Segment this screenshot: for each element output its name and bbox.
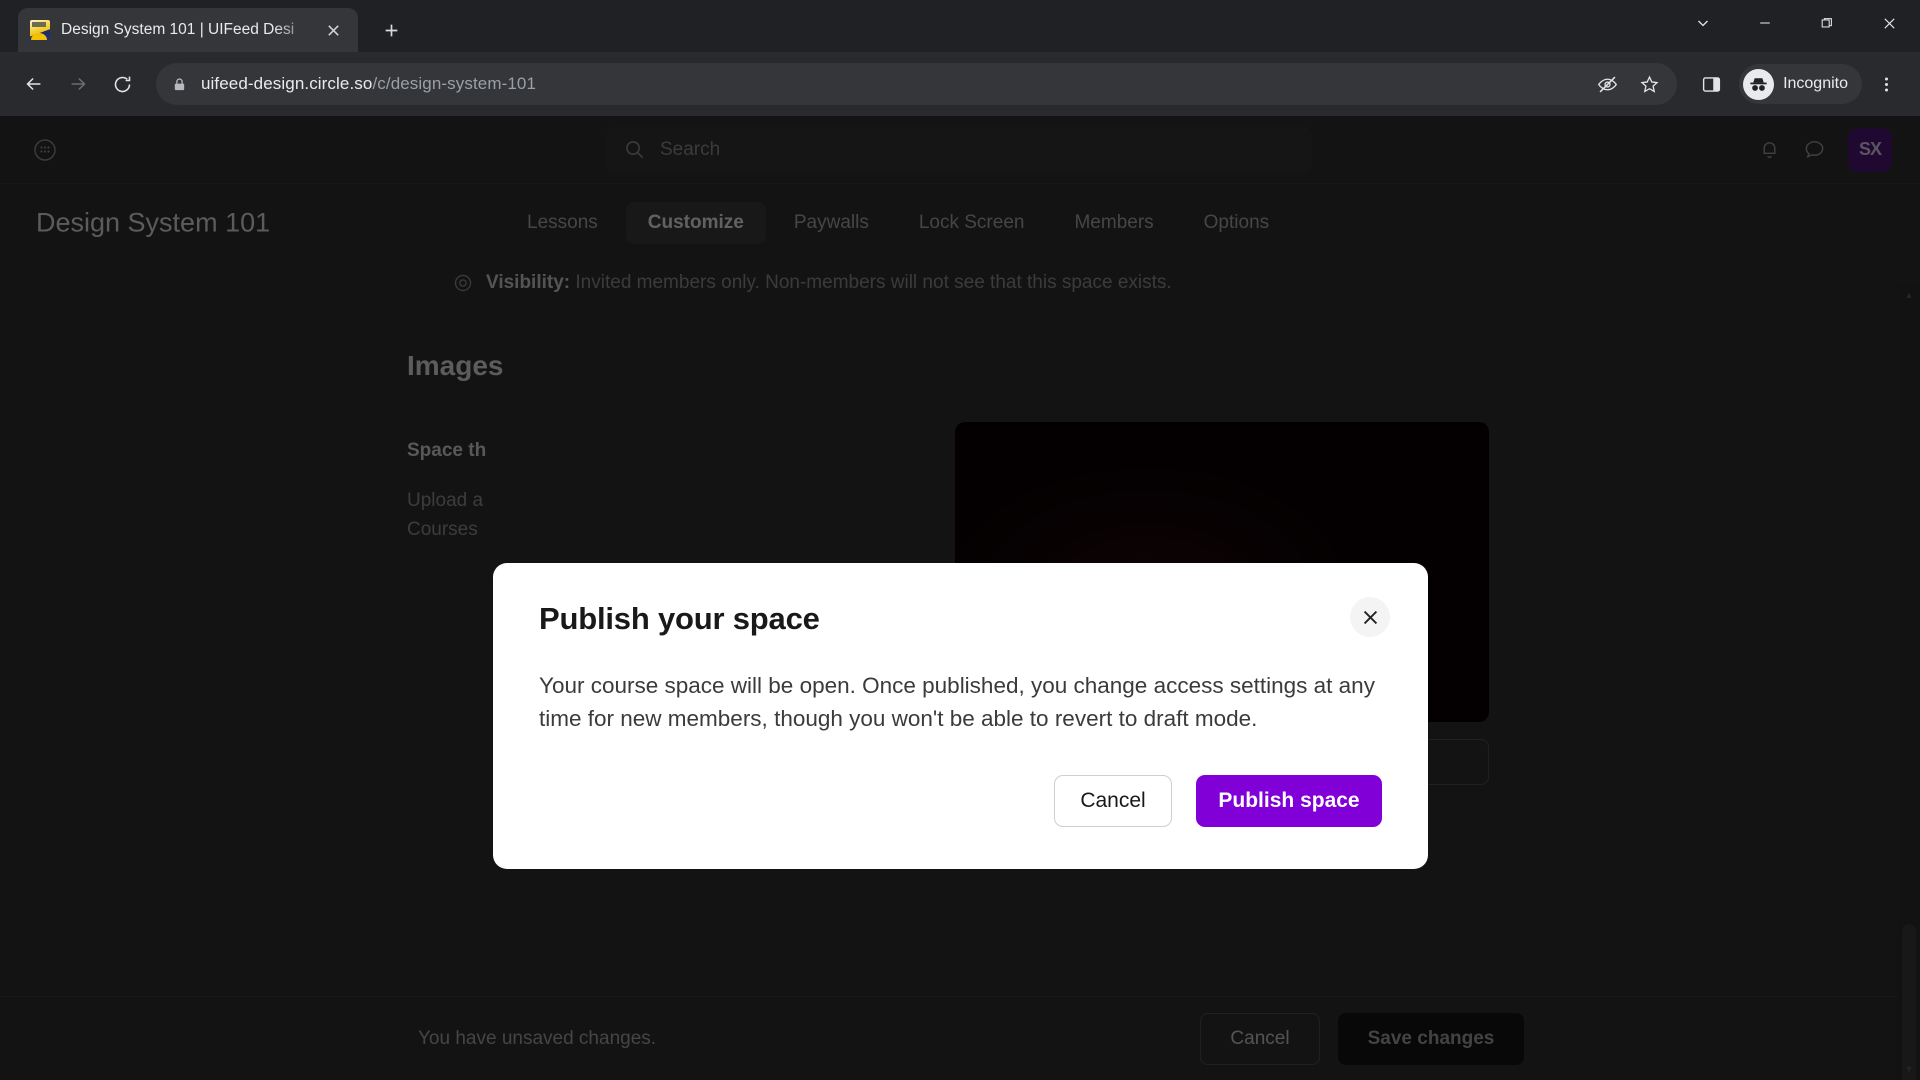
side-panel-icon[interactable] (1691, 64, 1731, 104)
tab-strip: Design System 101 | UIFeed Desi (0, 0, 1920, 52)
browser-toolbar: uifeed-design.circle.so/c/design-system-… (0, 52, 1920, 116)
omnibox-actions (1587, 64, 1669, 104)
modal-cancel-button[interactable]: Cancel (1054, 775, 1172, 827)
close-icon[interactable] (1350, 597, 1390, 637)
close-window-icon[interactable] (1858, 0, 1920, 46)
minimize-icon[interactable] (1734, 0, 1796, 46)
incognito-icon (1743, 68, 1775, 100)
incognito-label: Incognito (1783, 75, 1848, 92)
eye-off-icon[interactable] (1587, 64, 1627, 104)
browser-window: Design System 101 | UIFeed Desi uifeed-d… (0, 0, 1920, 1080)
close-tab-icon[interactable] (320, 17, 346, 43)
url-path: /c/design-system-101 (372, 74, 537, 93)
back-icon[interactable] (14, 64, 54, 104)
more-menu-icon[interactable] (1866, 64, 1906, 104)
address-bar[interactable]: uifeed-design.circle.so/c/design-system-… (156, 63, 1678, 105)
url-text: uifeed-design.circle.so/c/design-system-… (201, 74, 536, 94)
tab-search-chevron-icon[interactable] (1672, 0, 1734, 46)
bookmark-star-icon[interactable] (1629, 64, 1669, 104)
browser-tab[interactable]: Design System 101 | UIFeed Desi (18, 8, 358, 52)
modal-body-text: Your course space will be open. Once pub… (539, 673, 1375, 732)
forward-icon[interactable] (58, 64, 98, 104)
incognito-profile-button[interactable]: Incognito (1739, 64, 1862, 104)
favicon-icon (30, 20, 50, 40)
window-controls (1672, 0, 1920, 46)
new-tab-button[interactable] (372, 11, 410, 49)
lock-icon[interactable] (172, 77, 187, 92)
modal-actions: Cancel Publish space (1054, 775, 1382, 827)
publish-space-modal: Publish your space Your course space wil… (493, 563, 1428, 869)
maximize-icon[interactable] (1796, 0, 1858, 46)
tab-title: Design System 101 | UIFeed Desi (61, 21, 295, 38)
url-domain: uifeed-design.circle.so (201, 74, 373, 93)
web-page: Search SX Design System 101 Lessons Cust… (0, 116, 1920, 1080)
publish-space-button[interactable]: Publish space (1196, 775, 1382, 827)
modal-title: Publish your space (539, 601, 820, 636)
reload-icon[interactable] (102, 64, 142, 104)
